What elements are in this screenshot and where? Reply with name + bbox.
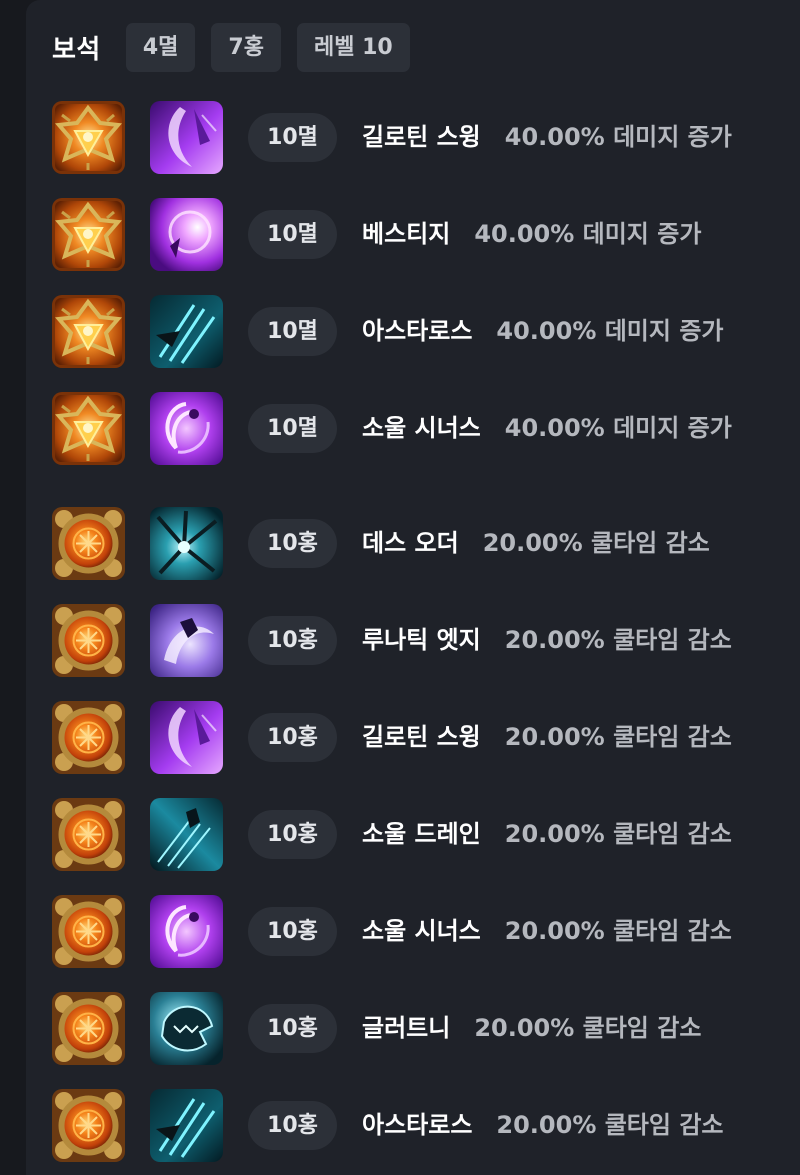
gem-level-badge: 10멸 xyxy=(248,113,337,162)
gem-level-badge: 10홍 xyxy=(248,810,337,859)
skill-name: 소울 시너스 xyxy=(362,917,481,945)
gem-row[interactable]: 10멸 길로틴 스윙 40.00% 데미지 증가 xyxy=(52,101,782,174)
crimson-flame-gem-icon[interactable] xyxy=(52,895,125,968)
gem-level-badge: 10홍 xyxy=(248,907,337,956)
skill-name: 데스 오더 xyxy=(362,529,459,557)
gem-description: 길로틴 스윙 20.00% 쿨타임 감소 xyxy=(362,713,732,762)
skill-name: 소울 드레인 xyxy=(362,820,481,848)
gem-row[interactable]: 10멸 소울 시너스 40.00% 데미지 증가 xyxy=(52,392,782,465)
gem-level-badge: 10멸 xyxy=(248,404,337,453)
gem-description: 베스티지 40.00% 데미지 증가 xyxy=(362,210,701,259)
gem-description: 아스타로스 20.00% 쿨타임 감소 xyxy=(362,1101,723,1150)
gem-description: 글러트니 20.00% 쿨타임 감소 xyxy=(362,1004,701,1053)
gem-level-badge: 10홍 xyxy=(248,519,337,568)
gem-level-badge: 10멸 xyxy=(248,307,337,356)
gem-row[interactable]: 10멸 아스타로스 40.00% 데미지 증가 xyxy=(52,295,782,368)
gem-row[interactable]: 10홍 글러트니 20.00% 쿨타임 감소 xyxy=(52,992,782,1065)
gem-effect: 20.00% 쿨타임 감소 xyxy=(482,529,710,557)
gem-description: 소울 시너스 40.00% 데미지 증가 xyxy=(362,404,732,453)
death-order-skill-icon[interactable] xyxy=(150,507,223,580)
skill-name: 아스타로스 xyxy=(362,1111,473,1139)
gem-row[interactable]: 10홍 데스 오더 20.00% 쿨타임 감소 xyxy=(52,507,782,580)
skill-name: 베스티지 xyxy=(362,220,451,248)
gem-effect: 20.00% 쿨타임 감소 xyxy=(504,626,732,654)
astaroth-skill-icon[interactable] xyxy=(150,295,223,368)
guillotine-swing-skill-icon[interactable] xyxy=(150,101,223,174)
gem-level-badge: 10홍 xyxy=(248,713,337,762)
crimson-flame-gem-icon[interactable] xyxy=(52,507,125,580)
astaroth-skill-icon[interactable] xyxy=(150,1089,223,1162)
gem-effect: 20.00% 쿨타임 감소 xyxy=(496,1111,724,1139)
crimson-flame-gem-icon[interactable] xyxy=(52,992,125,1065)
lunatic-edge-skill-icon[interactable] xyxy=(150,604,223,677)
gem-effect: 20.00% 쿨타임 감소 xyxy=(504,820,732,848)
soul-synergy-skill-icon[interactable] xyxy=(150,392,223,465)
annihilation-gem-icon[interactable] xyxy=(52,295,125,368)
guillotine-swing-skill-icon[interactable] xyxy=(150,701,223,774)
crimson-flame-gem-icon[interactable] xyxy=(52,604,125,677)
gem-effect: 40.00% 데미지 증가 xyxy=(496,317,724,345)
gem-row[interactable]: 10멸 베스티지 40.00% 데미지 증가 xyxy=(52,198,782,271)
crimson-flame-gem-icon[interactable] xyxy=(52,1089,125,1162)
annihilation-gem-icon[interactable] xyxy=(52,198,125,271)
gem-description: 루나틱 엣지 20.00% 쿨타임 감소 xyxy=(362,616,732,665)
annihilation-count-chip: 4멸 xyxy=(125,23,196,72)
gem-level-badge: 10멸 xyxy=(248,210,337,259)
gem-description: 데스 오더 20.00% 쿨타임 감소 xyxy=(362,519,710,568)
gems-header: 보석 4멸 7홍 레벨 10 xyxy=(52,23,426,72)
annihilation-gem-icon[interactable] xyxy=(52,101,125,174)
gluttony-skill-icon[interactable] xyxy=(150,992,223,1065)
skill-name: 소울 시너스 xyxy=(362,414,481,442)
gem-description: 길로틴 스윙 40.00% 데미지 증가 xyxy=(362,113,732,162)
gem-effect: 40.00% 데미지 증가 xyxy=(504,123,732,151)
gem-effect: 40.00% 데미지 증가 xyxy=(504,414,732,442)
gem-row[interactable]: 10홍 소울 시너스 20.00% 쿨타임 감소 xyxy=(52,895,782,968)
gem-row[interactable]: 10홍 소울 드레인 20.00% 쿨타임 감소 xyxy=(52,798,782,871)
gem-level-badge: 10홍 xyxy=(248,616,337,665)
section-title: 보석 xyxy=(52,35,101,65)
crimson-flame-gem-icon[interactable] xyxy=(52,798,125,871)
skill-name: 길로틴 스윙 xyxy=(362,123,481,151)
gem-description: 아스타로스 40.00% 데미지 증가 xyxy=(362,307,723,356)
gem-row[interactable]: 10홍 길로틴 스윙 20.00% 쿨타임 감소 xyxy=(52,701,782,774)
skill-name: 글러트니 xyxy=(362,1014,451,1042)
vestige-skill-icon[interactable] xyxy=(150,198,223,271)
gem-effect: 40.00% 데미지 증가 xyxy=(474,220,702,248)
gem-row[interactable]: 10홍 루나틱 엣지 20.00% 쿨타임 감소 xyxy=(52,604,782,677)
gem-description: 소울 드레인 20.00% 쿨타임 감소 xyxy=(362,810,732,859)
crimson-count-chip: 7홍 xyxy=(211,23,281,72)
crimson-flame-gem-icon[interactable] xyxy=(52,701,125,774)
gem-level-badge: 10홍 xyxy=(248,1101,337,1150)
gem-effect: 20.00% 쿨타임 감소 xyxy=(504,723,732,751)
annihilation-gem-icon[interactable] xyxy=(52,392,125,465)
soul-drain-skill-icon[interactable] xyxy=(150,798,223,871)
gem-row[interactable]: 10홍 아스타로스 20.00% 쿨타임 감소 xyxy=(52,1089,782,1162)
skill-name: 루나틱 엣지 xyxy=(362,626,481,654)
gem-level-chip: 레벨 10 xyxy=(296,23,410,72)
gem-level-badge: 10홍 xyxy=(248,1004,337,1053)
gem-effect: 20.00% 쿨타임 감소 xyxy=(504,917,732,945)
soul-synergy-skill-icon[interactable] xyxy=(150,895,223,968)
skill-name: 아스타로스 xyxy=(362,317,473,345)
gem-effect: 20.00% 쿨타임 감소 xyxy=(474,1014,702,1042)
gem-description: 소울 시너스 20.00% 쿨타임 감소 xyxy=(362,907,732,956)
skill-name: 길로틴 스윙 xyxy=(362,723,481,751)
